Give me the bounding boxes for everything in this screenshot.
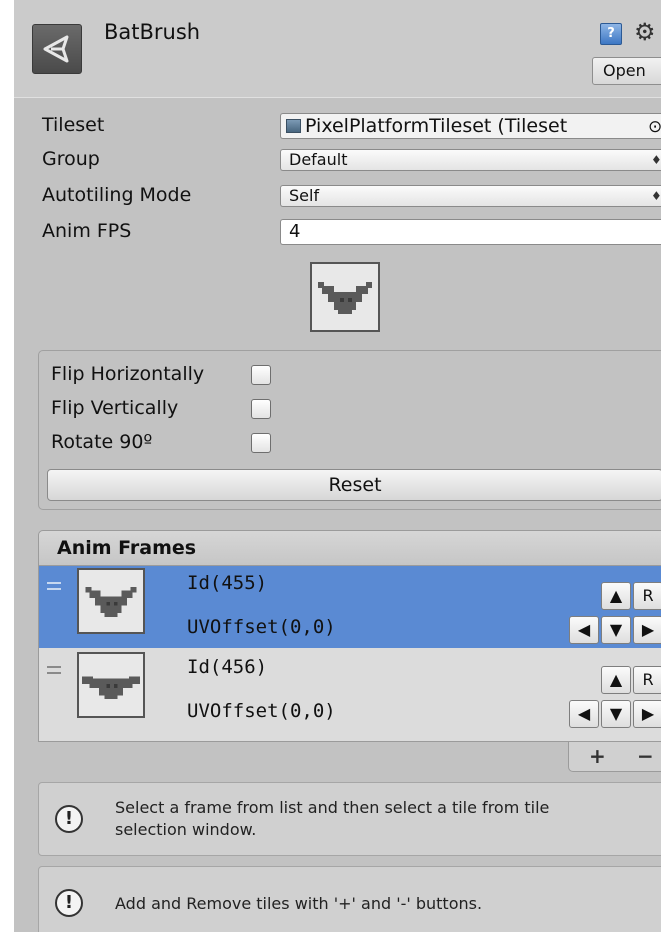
info-icon: ! <box>55 805 83 833</box>
move-left-button[interactable]: ◀ <box>569 616 599 644</box>
anim-fps-input[interactable]: 4 <box>280 219 661 245</box>
tileset-value: PixelPlatformTileset (Tileset <box>305 115 568 137</box>
help-text: Add and Remove tiles with '+' and '-' bu… <box>115 894 483 913</box>
drag-handle-icon[interactable] <box>47 582 61 590</box>
flip-horizontally-checkbox[interactable] <box>251 365 271 385</box>
frame-thumbnail <box>77 652 145 718</box>
anim-frames-list: Id(455) UVOffset(0,0) ▲ R ◀ ▼ ▶ Id(456) … <box>38 566 661 742</box>
dropdown-arrows-icon: ♦ <box>651 153 661 167</box>
header-divider <box>14 97 661 98</box>
frame-thumbnail <box>77 568 145 634</box>
frame-id: Id(456) <box>187 656 268 678</box>
dropdown-arrows-icon: ♦ <box>651 189 661 203</box>
inspector-header: BatBrush ? ⚙ Open <box>14 0 661 98</box>
frame-uv-offset: UVOffset(0,0) <box>187 700 336 722</box>
asset-title: BatBrush <box>104 20 201 44</box>
drag-handle-icon[interactable] <box>47 666 61 674</box>
open-button[interactable]: Open <box>592 57 661 85</box>
help-box-add-remove: ! Add and Remove tiles with '+' and '-' … <box>38 866 661 932</box>
move-up-button[interactable]: ▲ <box>601 582 631 610</box>
tile-preview <box>310 262 380 332</box>
move-right-button[interactable]: ▶ <box>633 616 661 644</box>
frame-uv-offset: UVOffset(0,0) <box>187 616 336 638</box>
bat-frame-icon <box>81 676 141 700</box>
gear-icon[interactable]: ⚙ <box>634 18 656 46</box>
tileset-asset-icon <box>286 119 301 133</box>
reset-button[interactable]: Reset <box>47 469 661 501</box>
remove-frame-button[interactable]: − <box>637 744 654 768</box>
anim-frame-row[interactable]: Id(455) UVOffset(0,0) ▲ R ◀ ▼ ▶ <box>39 566 661 648</box>
tileset-object-field[interactable]: PixelPlatformTileset (Tileset <box>280 113 661 139</box>
group-dropdown[interactable]: Default ♦ <box>280 149 661 171</box>
bat-frame-icon <box>85 586 137 617</box>
rotate-90-checkbox[interactable] <box>251 433 271 453</box>
move-right-button[interactable]: ▶ <box>633 700 661 728</box>
bat-sprite-icon <box>318 282 372 314</box>
asset-icon <box>32 24 82 74</box>
inspector-panel: BatBrush ? ⚙ Open Tileset PixelPlatformT… <box>14 0 661 932</box>
object-picker-icon[interactable]: ⊙ <box>648 117 661 137</box>
group-value: Default <box>289 150 348 169</box>
anim-frame-row[interactable]: Id(456) UVOffset(0,0) ▲ R ◀ ▼ ▶ <box>39 650 661 732</box>
move-left-button[interactable]: ◀ <box>569 700 599 728</box>
autotiling-label: Autotiling Mode <box>42 184 192 206</box>
reset-frame-button[interactable]: R <box>633 666 661 694</box>
info-icon: ! <box>55 889 83 917</box>
help-text-line: Select a frame from list and then select… <box>115 798 550 817</box>
add-frame-button[interactable]: + <box>589 744 606 768</box>
help-text-line: selection window. <box>115 820 257 839</box>
frame-id: Id(455) <box>187 572 268 594</box>
rotate-90-label: Rotate 90º <box>51 431 153 453</box>
flip-horizontally-label: Flip Horizontally <box>51 363 205 385</box>
move-down-button[interactable]: ▼ <box>601 616 631 644</box>
flip-vertically-checkbox[interactable] <box>251 399 271 419</box>
transform-box: Flip Horizontally Flip Vertically Rotate… <box>38 350 661 510</box>
anim-frames-header: Anim Frames <box>38 530 661 566</box>
list-footer: + − <box>568 742 661 772</box>
tileset-label: Tileset <box>42 114 105 136</box>
reset-frame-button[interactable]: R <box>633 582 661 610</box>
anim-fps-label: Anim FPS <box>42 220 132 242</box>
help-box-select-frame: ! Select a frame from list and then sele… <box>38 782 661 856</box>
help-text: Select a frame from list and then select… <box>115 797 549 841</box>
group-label: Group <box>42 148 100 170</box>
move-up-button[interactable]: ▲ <box>601 666 631 694</box>
move-down-button[interactable]: ▼ <box>601 700 631 728</box>
help-icon[interactable]: ? <box>600 23 622 45</box>
autotiling-value: Self <box>289 186 320 205</box>
flip-vertically-label: Flip Vertically <box>51 397 179 419</box>
autotiling-dropdown[interactable]: Self ♦ <box>280 185 661 207</box>
